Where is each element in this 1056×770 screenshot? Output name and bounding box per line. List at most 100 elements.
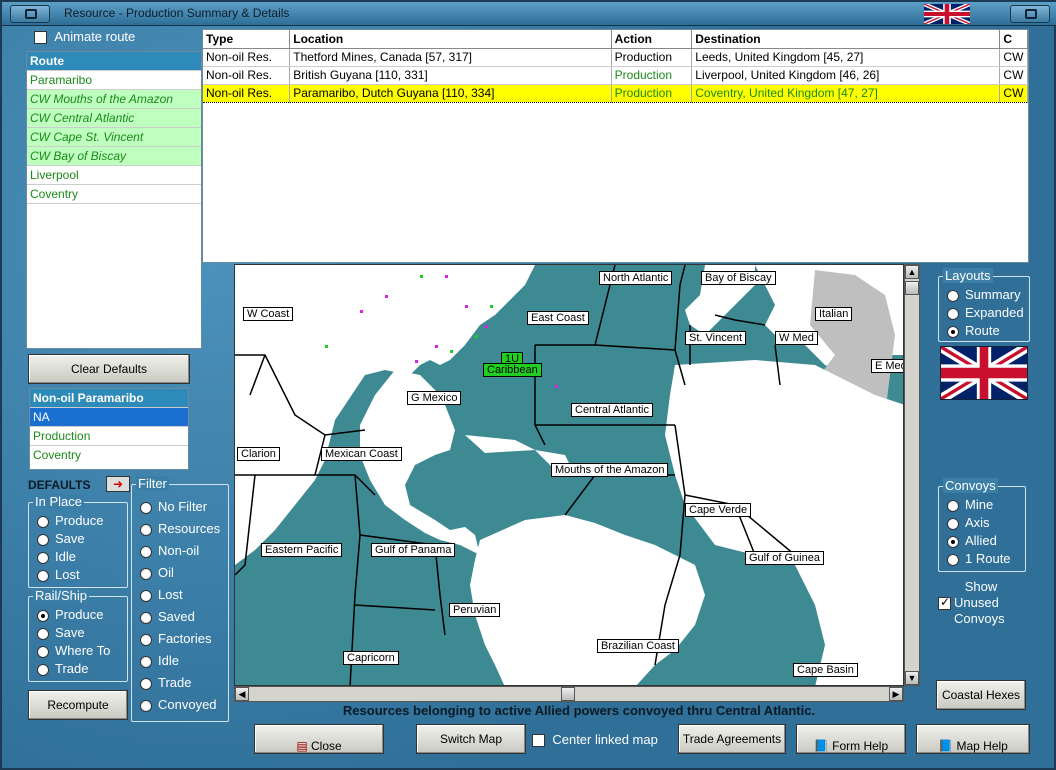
convoys-axis[interactable]: Axis	[947, 515, 990, 530]
in-place-idle[interactable]: Idle	[37, 549, 76, 564]
zone-e-med[interactable]: E Med	[871, 359, 903, 373]
minimize-button[interactable]	[10, 5, 50, 23]
switch-map-label: Switch Map	[439, 732, 503, 746]
route-list[interactable]: Route Paramaribo CW Mouths of the Amazon…	[26, 51, 202, 349]
close-button[interactable]: ▤ Close	[254, 724, 384, 754]
table-row[interactable]: Non-oil Res. British Guyana [110, 331] P…	[203, 66, 1028, 85]
show-unused-checkbox[interactable]	[938, 595, 951, 610]
zone-peruvian[interactable]: Peruvian	[449, 603, 501, 617]
show-unused-convoys[interactable]: Show Unused Convoys	[936, 578, 1026, 628]
rail-produce[interactable]: Produce	[37, 607, 103, 622]
coastal-hexes-button[interactable]: Coastal Hexes	[936, 680, 1026, 710]
form-help-button[interactable]: 📘 Form Help	[796, 724, 906, 754]
zone-north-atlantic[interactable]: North Atlantic	[599, 271, 673, 285]
layout-route[interactable]: Route	[947, 323, 1000, 338]
clear-defaults-button[interactable]: Clear Defaults	[28, 354, 190, 384]
option-label: Lost	[55, 567, 80, 582]
route-item-liverpool[interactable]: Liverpool	[27, 166, 201, 185]
trade-agreements-button[interactable]: Trade Agreements	[678, 724, 786, 754]
zone-g-mexico[interactable]: G Mexico	[407, 391, 462, 405]
route-item-mouths-amazon[interactable]: CW Mouths of the Amazon	[27, 90, 201, 109]
filter-idle[interactable]: Idle	[140, 653, 179, 668]
filter-lost[interactable]: Lost	[140, 587, 183, 602]
convoys-allied[interactable]: Allied	[947, 533, 997, 548]
zone-mouths-amazon[interactable]: Mouths of the Amazon	[551, 463, 669, 477]
layout-expanded[interactable]: Expanded	[947, 305, 1024, 320]
filter-saved[interactable]: Saved	[140, 609, 195, 624]
filter-factories[interactable]: Factories	[140, 631, 211, 646]
route-item-central-atlantic[interactable]: CW Central Atlantic	[27, 109, 201, 128]
zone-eastern-pacific[interactable]: Eastern Pacific	[261, 543, 343, 557]
info-line-destination[interactable]: Coventry	[30, 446, 188, 465]
switch-map-button[interactable]: Switch Map	[416, 724, 526, 754]
filter-convoyed[interactable]: Convoyed	[140, 697, 217, 712]
layout-summary[interactable]: Summary	[947, 287, 1021, 302]
resource-table[interactable]: Type Location Action Destination C Non-o…	[202, 29, 1029, 263]
recompute-button[interactable]: Recompute	[28, 690, 128, 720]
zone-bay-of-biscay[interactable]: Bay of Biscay	[701, 271, 776, 285]
zone-mexican-coast[interactable]: Mexican Coast	[321, 447, 402, 461]
zone-cape-verde[interactable]: Cape Verde	[685, 503, 752, 517]
filter-trade[interactable]: Trade	[140, 675, 191, 690]
col-location[interactable]: Location	[289, 30, 612, 49]
table-row-selected[interactable]: Non-oil Res. Paramaribo, Dutch Guyana [1…	[203, 83, 1028, 103]
in-place-produce[interactable]: Produce	[37, 513, 103, 528]
zone-cape-basin[interactable]: Cape Basin	[793, 663, 858, 677]
close-doc-icon: ▤	[296, 739, 308, 753]
convoys-mine[interactable]: Mine	[947, 497, 993, 512]
map-vertical-scrollbar[interactable]: ▲ ▼	[904, 264, 920, 686]
zone-clarion[interactable]: Clarion	[237, 447, 280, 461]
center-linked-label: Center linked map	[552, 732, 658, 747]
zone-capricorn[interactable]: Capricorn	[343, 651, 399, 665]
scroll-down-icon[interactable]: ▼	[905, 671, 919, 685]
scroll-thumb-h[interactable]	[561, 687, 575, 701]
show-unused-line2: Unused	[954, 595, 999, 610]
map-help-label: Map Help	[956, 739, 1008, 753]
scroll-thumb-v[interactable]	[905, 281, 919, 295]
scroll-up-icon[interactable]: ▲	[905, 265, 919, 279]
zone-st-vincent[interactable]: St. Vincent	[685, 331, 746, 345]
zone-east-coast[interactable]: East Coast	[527, 311, 589, 325]
convoys-1-route[interactable]: 1 Route	[947, 551, 1011, 566]
zone-italian[interactable]: Italian	[815, 307, 853, 321]
col-destination[interactable]: Destination	[691, 30, 1001, 49]
scroll-left-icon[interactable]: ◀	[235, 687, 249, 701]
map-view[interactable]: North Atlantic Bay of Biscay W Coast Eas…	[234, 264, 904, 686]
center-linked-map-toggle[interactable]: Center linked map	[532, 732, 658, 748]
route-item-cape-st-vincent[interactable]: CW Cape St. Vincent	[27, 128, 201, 147]
col-action[interactable]: Action	[611, 30, 693, 49]
zone-gulf-of-guinea[interactable]: Gulf of Guinea	[745, 551, 824, 565]
rail-where-to[interactable]: Where To	[37, 643, 110, 658]
zone-central-atlantic[interactable]: Central Atlantic	[571, 403, 653, 417]
defaults-arrow-button[interactable]: ➜	[106, 476, 130, 492]
in-place-lost[interactable]: Lost	[37, 567, 80, 582]
filter-no-filter[interactable]: No Filter	[140, 499, 207, 514]
scroll-right-icon[interactable]: ▶	[889, 687, 903, 701]
map-help-button[interactable]: 📘 Map Help	[916, 724, 1030, 754]
animate-route-checkbox[interactable]	[34, 31, 47, 45]
info-line-na[interactable]: NA	[30, 408, 188, 427]
filter-oil[interactable]: Oil	[140, 565, 174, 580]
table-row[interactable]: Non-oil Res. Thetford Mines, Canada [57,…	[203, 48, 1028, 67]
animate-route-toggle[interactable]: Animate route	[34, 29, 135, 45]
close-window-button[interactable]	[1010, 5, 1050, 23]
route-item-bay-of-biscay[interactable]: CW Bay of Biscay	[27, 147, 201, 166]
rail-trade[interactable]: Trade	[37, 661, 88, 676]
col-type[interactable]: Type	[203, 30, 291, 49]
route-item-coventry[interactable]: Coventry	[27, 185, 201, 204]
filter-resources[interactable]: Resources	[140, 521, 220, 536]
info-line-action[interactable]: Production	[30, 427, 188, 446]
filter-non-oil[interactable]: Non-oil	[140, 543, 199, 558]
zone-w-med[interactable]: W Med	[775, 331, 818, 345]
zone-caribbean[interactable]: Caribbean	[483, 363, 542, 377]
zone-w-coast[interactable]: W Coast	[243, 307, 294, 321]
center-linked-checkbox[interactable]	[532, 734, 545, 748]
zone-brazilian-coast[interactable]: Brazilian Coast	[597, 639, 679, 653]
rail-ship-legend: Rail/Ship	[33, 588, 90, 603]
route-item-paramaribo[interactable]: Paramaribo	[27, 71, 201, 90]
rail-save[interactable]: Save	[37, 625, 85, 640]
map-horizontal-scrollbar[interactable]: ◀ ▶	[234, 686, 904, 702]
col-c[interactable]: C	[999, 30, 1028, 49]
zone-gulf-of-panama[interactable]: Gulf of Panama	[371, 543, 456, 557]
in-place-save[interactable]: Save	[37, 531, 85, 546]
